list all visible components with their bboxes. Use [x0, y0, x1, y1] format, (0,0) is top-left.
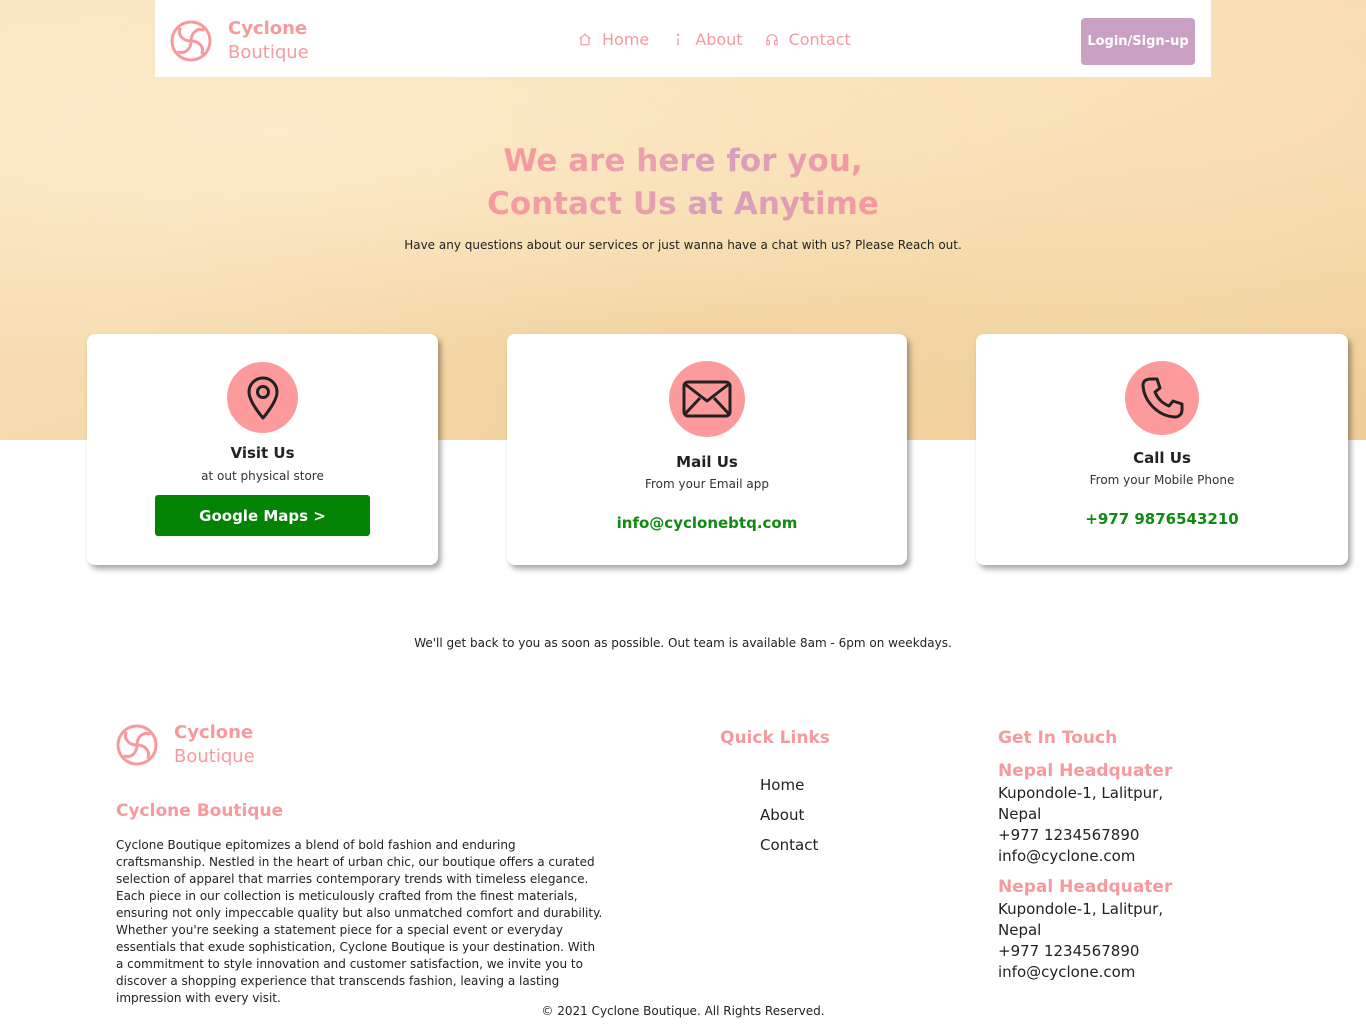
- call-us-card: Call Us From your Mobile Phone +977 9876…: [976, 334, 1348, 565]
- call-us-subtitle: From your Mobile Phone: [1089, 473, 1235, 487]
- visit-us-title: Visit Us: [230, 444, 295, 462]
- footer-brand-name: Cyclone: [174, 722, 254, 743]
- hero-subtitle: Have any questions about our services or…: [404, 238, 962, 252]
- mail-us-card: Mail Us From your Email app info@cyclone…: [507, 334, 907, 565]
- quick-link-home[interactable]: Home: [760, 770, 818, 800]
- brand-subtitle: Boutique: [228, 42, 309, 63]
- office-name: Nepal Headquater: [998, 761, 1173, 781]
- footer-brand-subtitle: Boutique: [174, 746, 255, 767]
- headphones-icon: [765, 32, 779, 48]
- office-name: Nepal Headquater: [998, 877, 1173, 897]
- navbar: Cyclone Boutique Home About Contact Logi…: [155, 0, 1211, 77]
- mail-us-email-link[interactable]: info@cyclonebtq.com: [507, 514, 907, 532]
- quick-links-heading: Quick Links: [720, 728, 830, 748]
- footer-about-heading: Cyclone Boutique: [116, 801, 284, 821]
- nav-contact-label: Contact: [788, 30, 851, 49]
- footer-brand-logo[interactable]: Cyclone Boutique: [116, 721, 255, 769]
- quick-link-about[interactable]: About: [760, 800, 818, 830]
- availability-note: We'll get back to you as soon as possibl…: [414, 636, 952, 650]
- footer-about-text: Cyclone Boutique epitomizes a blend of b…: [116, 838, 603, 1005]
- office-address-line1: Kupondole-1, Lalitpur,: [998, 900, 1164, 918]
- office-address-line2: Nepal: [998, 921, 1042, 939]
- mail-us-subtitle: From your Email app: [644, 477, 770, 491]
- copyright-text: © 2021 Cyclone Boutique. All Rights Rese…: [541, 1004, 825, 1018]
- nav-about-link[interactable]: About: [671, 30, 743, 49]
- swirl-logo-icon: [170, 20, 212, 62]
- office-phone[interactable]: +977 1234567890: [998, 825, 1238, 846]
- map-pin-icon: [227, 362, 298, 433]
- visit-us-subtitle: at out physical store: [201, 469, 324, 483]
- google-maps-button[interactable]: Google Maps >: [155, 495, 370, 536]
- office-address-line1: Kupondole-1, Lalitpur,: [998, 784, 1164, 802]
- info-icon: [671, 32, 685, 48]
- login-signup-button[interactable]: Login/Sign-up: [1081, 18, 1195, 65]
- brand-name: Cyclone: [228, 18, 308, 39]
- office-block-1: Nepal Headquater Kupondole-1, Lalitpur, …: [998, 759, 1238, 867]
- call-us-title: Call Us: [1133, 449, 1191, 467]
- hero-title-line2: Contact Us at Anytime: [487, 186, 879, 222]
- envelope-icon: [669, 361, 745, 437]
- office-phone[interactable]: +977 1234567890: [998, 941, 1238, 962]
- nav-home-label: Home: [602, 30, 650, 49]
- hero-title: We are here for you, Contact Us at Anyti…: [0, 140, 1366, 226]
- nav-about-label: About: [695, 30, 743, 49]
- phone-icon: [1125, 361, 1199, 435]
- get-in-touch-heading: Get In Touch: [998, 728, 1118, 748]
- office-block-2: Nepal Headquater Kupondole-1, Lalitpur, …: [998, 875, 1238, 983]
- nav-contact-link[interactable]: Contact: [765, 30, 851, 49]
- home-icon: [578, 32, 592, 48]
- office-address-line2: Nepal: [998, 805, 1042, 823]
- visit-us-card: Visit Us at out physical store Google Ma…: [87, 334, 438, 565]
- quick-link-contact[interactable]: Contact: [760, 830, 818, 860]
- office-email[interactable]: info@cyclone.com: [998, 962, 1238, 983]
- hero-title-line1: We are here for you,: [503, 143, 863, 179]
- nav-home-link[interactable]: Home: [578, 30, 649, 49]
- nav-links: Home About Contact: [578, 30, 873, 49]
- brand-logo[interactable]: Cyclone Boutique: [170, 17, 309, 65]
- mail-us-title: Mail Us: [676, 453, 738, 471]
- quick-links-list: Home About Contact: [760, 770, 818, 860]
- call-us-phone-link[interactable]: +977 9876543210: [976, 510, 1348, 528]
- footer-swirl-logo-icon: [116, 724, 158, 766]
- office-email[interactable]: info@cyclone.com: [998, 846, 1238, 867]
